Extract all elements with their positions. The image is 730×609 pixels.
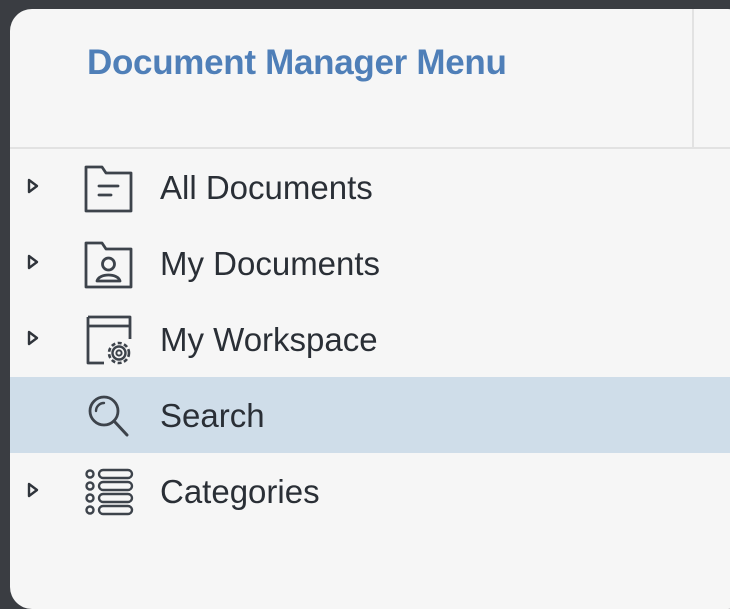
header-divider bbox=[692, 9, 694, 147]
page-title: Document Manager Menu bbox=[87, 43, 507, 82]
search-icon bbox=[88, 395, 129, 437]
menu-item-label: All Documents bbox=[160, 169, 373, 206]
menu-item-label: Categories bbox=[160, 473, 320, 510]
expand-caret-icon[interactable] bbox=[24, 481, 42, 499]
expand-caret-icon[interactable] bbox=[24, 329, 42, 347]
menu-item-my-documents[interactable]: My Documents bbox=[10, 225, 730, 301]
menu-item-my-workspace[interactable]: My Workspace bbox=[10, 301, 730, 377]
expand-caret-icon[interactable] bbox=[24, 177, 42, 195]
workspace-gear-icon bbox=[86, 315, 132, 365]
menu-item-label: My Workspace bbox=[160, 321, 378, 358]
menu-item-label: My Documents bbox=[160, 245, 381, 282]
menu-item-label: Search bbox=[160, 397, 265, 434]
document-folder-icon bbox=[84, 165, 133, 213]
document-manager-panel: Document Manager Menu All Documents My D… bbox=[10, 9, 730, 609]
menu-item-search[interactable]: Search bbox=[10, 377, 730, 453]
list-icon bbox=[85, 468, 134, 516]
panel-header: Document Manager Menu bbox=[10, 9, 730, 149]
user-folder-icon bbox=[84, 241, 133, 289]
menu-item-categories[interactable]: Categories bbox=[10, 453, 730, 529]
expand-caret-icon[interactable] bbox=[24, 253, 42, 271]
navigation-menu: All Documents My Documents My Workspace … bbox=[10, 149, 730, 529]
menu-item-all-documents[interactable]: All Documents bbox=[10, 149, 730, 225]
